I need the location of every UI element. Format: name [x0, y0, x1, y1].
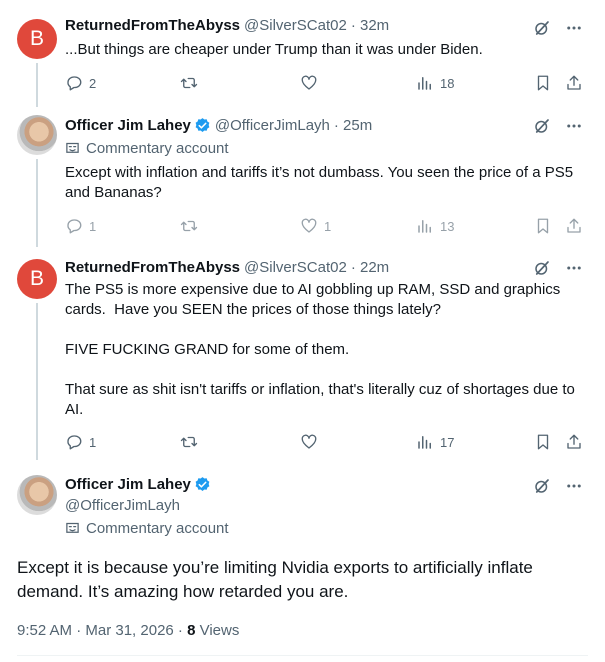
- avatar[interactable]: [17, 475, 57, 515]
- tweet-text: The PS5 is more expensive due to AI gobb…: [65, 281, 575, 418]
- main-tweet-text: Except it is because you’re limiting Nvi…: [17, 558, 533, 601]
- author-name[interactable]: ReturnedFromTheAbyss: [65, 259, 240, 276]
- reply-button[interactable]: 2: [65, 74, 96, 92]
- retweet-icon: [180, 74, 198, 92]
- avatar[interactable]: B: [17, 19, 57, 59]
- like-icon: [300, 217, 318, 235]
- views-icon: [416, 433, 434, 451]
- bookmark-button[interactable]: [534, 433, 552, 451]
- more-icon[interactable]: [565, 477, 583, 495]
- reply-icon: [65, 74, 83, 92]
- tweet-header: ReturnedFromTheAbyss @SilverSCat02 · 32m: [65, 17, 389, 34]
- commentary-icon: [65, 521, 80, 536]
- views-count: 13: [440, 218, 455, 234]
- author-handle[interactable]: @SilverSCat02: [244, 259, 347, 276]
- retweet-icon: [180, 217, 198, 235]
- reply-count: 2: [89, 75, 97, 91]
- share-icon: [565, 433, 583, 451]
- reply-count: 1: [89, 218, 97, 234]
- views-button[interactable]: 17: [416, 433, 454, 451]
- divider: [17, 655, 588, 656]
- reply-icon: [65, 217, 83, 235]
- like-count: 1: [324, 218, 332, 234]
- share-button[interactable]: [565, 217, 583, 235]
- like-icon: [300, 74, 318, 92]
- tweet-text: Except with inflation and tariffs it’s n…: [65, 164, 578, 201]
- views-count: 17: [440, 434, 455, 450]
- commentary-icon: [65, 141, 80, 156]
- retweet-button[interactable]: [180, 433, 198, 451]
- bookmark-button[interactable]: [534, 217, 552, 235]
- reply-tweet-2[interactable]: Officer Jim Lahey @OfficerJimLayh · 25m …: [0, 105, 605, 247]
- reply-count: 1: [89, 434, 97, 450]
- more-icon[interactable]: [565, 117, 583, 135]
- author-handle[interactable]: @OfficerJimLayh: [215, 117, 330, 134]
- thread-line: [36, 63, 38, 107]
- tweet-timestamp[interactable]: 9:52 AM · Mar 31, 2026 ·: [17, 622, 187, 639]
- tweet-header: Officer Jim Lahey @OfficerJimLayh · 25m: [65, 117, 372, 134]
- commentary-text: Commentary account: [86, 140, 229, 157]
- like-button[interactable]: [300, 74, 318, 92]
- views-icon: [416, 74, 434, 92]
- share-icon: [565, 217, 583, 235]
- action-bar: 1 17: [65, 432, 585, 452]
- action-bar: 2 18: [65, 73, 585, 93]
- tweet-text: ...But things are cheaper under Trump th…: [65, 41, 483, 58]
- author-name[interactable]: Officer Jim Lahey: [65, 117, 191, 134]
- avatar[interactable]: B: [17, 259, 57, 299]
- grok-icon[interactable]: [533, 19, 551, 37]
- retweet-button[interactable]: [180, 217, 198, 235]
- tweet-time[interactable]: · 22m: [351, 259, 389, 276]
- bookmark-button[interactable]: [534, 74, 552, 92]
- commentary-label: Commentary account: [65, 140, 229, 157]
- share-icon: [565, 74, 583, 92]
- author-name[interactable]: Officer Jim Lahey: [65, 476, 191, 493]
- tweet-meta: 9:52 AM · Mar 31, 2026 · 8 Views: [17, 622, 239, 639]
- avatar[interactable]: [17, 115, 57, 155]
- like-button[interactable]: 1: [300, 217, 331, 235]
- more-icon[interactable]: [565, 259, 583, 277]
- reply-tweet-3[interactable]: B ReturnedFromTheAbyss @SilverSCat02 · 2…: [0, 245, 605, 460]
- reply-tweet-1[interactable]: B ReturnedFromTheAbyss @SilverSCat02 · 3…: [0, 0, 605, 107]
- reply-icon: [65, 433, 83, 451]
- views-count: 18: [440, 75, 455, 91]
- views-button[interactable]: 13: [416, 217, 454, 235]
- tweet-time[interactable]: · 32m: [351, 17, 389, 34]
- tweet-header: Officer Jim Lahey: [65, 476, 211, 493]
- grok-icon[interactable]: [533, 259, 551, 277]
- views-button[interactable]: 18: [416, 74, 454, 92]
- grok-icon[interactable]: [533, 117, 551, 135]
- author-handle[interactable]: @SilverSCat02: [244, 17, 347, 34]
- action-bar: 1 1 13: [65, 216, 585, 236]
- tweet-handle-row: @OfficerJimLayh: [65, 497, 180, 514]
- bookmark-icon: [534, 74, 552, 92]
- tweet-time[interactable]: · 25m: [334, 117, 372, 134]
- author-name[interactable]: ReturnedFromTheAbyss: [65, 17, 240, 34]
- share-button[interactable]: [565, 74, 583, 92]
- like-button[interactable]: [300, 433, 318, 451]
- author-handle[interactable]: @OfficerJimLayh: [65, 497, 180, 514]
- bookmark-icon: [534, 217, 552, 235]
- share-button[interactable]: [565, 433, 583, 451]
- grok-icon[interactable]: [533, 477, 551, 495]
- reply-button[interactable]: 1: [65, 217, 96, 235]
- tweet-header: ReturnedFromTheAbyss @SilverSCat02 · 22m: [65, 259, 389, 276]
- thread-line: [36, 303, 38, 460]
- verified-icon: [194, 476, 211, 493]
- commentary-label: Commentary account: [65, 520, 229, 537]
- more-icon[interactable]: [565, 19, 583, 37]
- retweet-icon: [180, 433, 198, 451]
- retweet-button[interactable]: [180, 74, 198, 92]
- like-icon: [300, 433, 318, 451]
- verified-icon: [194, 117, 211, 134]
- commentary-text: Commentary account: [86, 520, 229, 537]
- reply-button[interactable]: 1: [65, 433, 96, 451]
- thread-line: [36, 159, 38, 247]
- views-label: Views: [195, 622, 240, 639]
- bookmark-icon: [534, 433, 552, 451]
- views-icon: [416, 217, 434, 235]
